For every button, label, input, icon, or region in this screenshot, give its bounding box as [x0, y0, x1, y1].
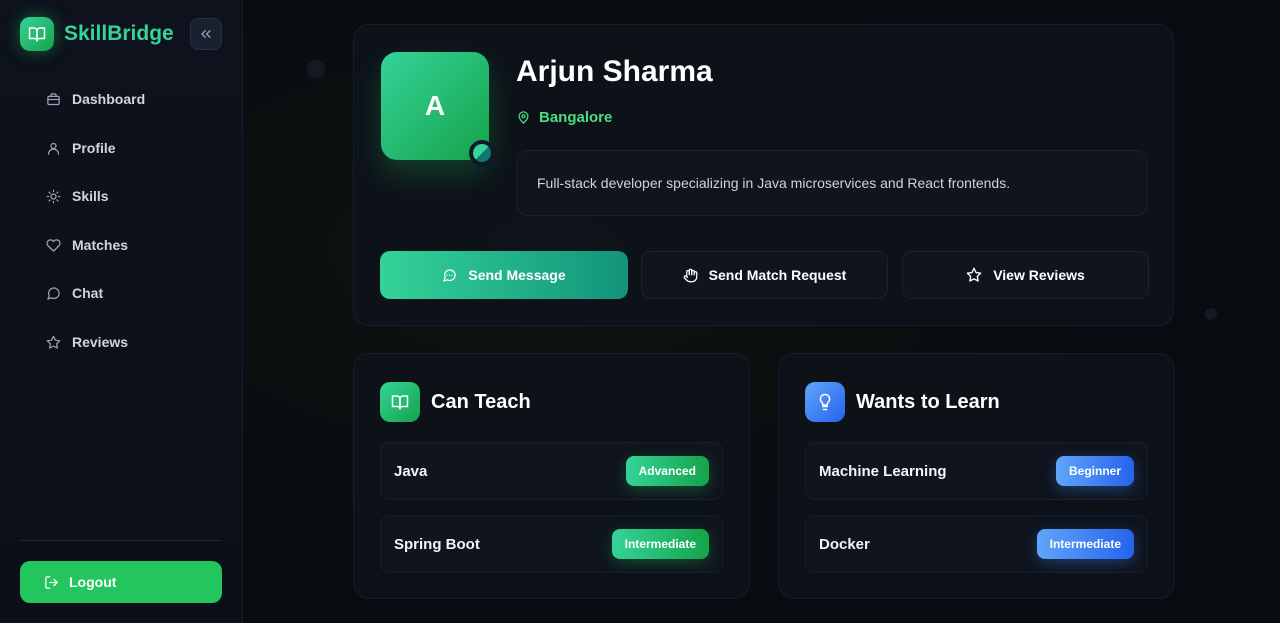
skill-row: Spring Boot Intermediate [380, 515, 723, 573]
skill-level-badge: Intermediate [611, 529, 709, 559]
hand-icon [683, 268, 698, 283]
logout-button[interactable]: Logout [20, 561, 222, 603]
wants-to-learn-card: Wants to Learn Machine Learning Beginner… [778, 353, 1175, 599]
skill-row: Java Advanced [380, 442, 723, 500]
skill-level-badge: Intermediate [1036, 529, 1134, 559]
sidebar-item-chat[interactable]: Chat [44, 281, 103, 305]
decorative-dot [307, 60, 325, 78]
chevrons-left-icon [198, 26, 214, 42]
sidebar-item-matches[interactable]: Matches [44, 233, 128, 257]
sidebar-item-label: Profile [72, 140, 116, 156]
skill-name: Spring Boot [394, 535, 480, 553]
skill-name: Docker [819, 535, 870, 553]
message-circle-icon [442, 268, 457, 283]
sidebar-item-skills[interactable]: Skills [44, 184, 109, 208]
profile-location: Bangalore [516, 109, 612, 126]
lightbulb-icon [44, 187, 62, 205]
can-teach-title: Can Teach [431, 390, 531, 413]
skill-level-badge: Beginner [1055, 456, 1134, 486]
message-circle-icon [44, 284, 62, 302]
book-open-icon [20, 17, 54, 51]
book-open-icon [380, 382, 420, 422]
profile-card: A Arjun Sharma Bangalore Full-stack deve… [353, 24, 1174, 326]
online-status-indicator [469, 140, 495, 166]
sidebar: SkillBridge Dashboard Profile Skills Mat… [0, 0, 243, 623]
send-message-label: Send Message [468, 267, 566, 283]
view-reviews-label: View Reviews [993, 267, 1085, 283]
brand-name: SkillBridge [64, 22, 174, 45]
collapse-sidebar-button[interactable] [190, 18, 222, 50]
wants-to-learn-header: Wants to Learn [805, 382, 1000, 422]
can-teach-card: Can Teach Java Advanced Spring Boot Inte… [353, 353, 750, 599]
brand[interactable]: SkillBridge [20, 17, 174, 51]
sidebar-item-reviews[interactable]: Reviews [44, 330, 128, 354]
sidebar-divider [20, 540, 222, 541]
user-icon [44, 139, 62, 157]
skill-row: Machine Learning Beginner [805, 442, 1148, 500]
send-match-request-label: Send Match Request [708, 267, 847, 283]
sidebar-item-label: Matches [72, 237, 129, 253]
sidebar-item-label: Chat [72, 285, 104, 301]
sidebar-item-label: Skills [72, 188, 109, 204]
sidebar-item-label: Reviews [72, 334, 129, 350]
log-out-icon [44, 575, 59, 590]
app-root: SkillBridge Dashboard Profile Skills Mat… [0, 0, 1280, 623]
location-text: Bangalore [539, 109, 613, 126]
skill-name: Java [394, 462, 428, 480]
can-teach-header: Can Teach [380, 382, 531, 422]
lightbulb-icon [805, 382, 845, 422]
send-message-button[interactable]: Send Message [380, 251, 628, 299]
star-icon [966, 267, 982, 283]
skill-row: Docker Intermediate [805, 515, 1148, 573]
logout-label: Logout [69, 574, 117, 590]
skill-level-badge: Advanced [625, 456, 709, 486]
profile-bio: Full-stack developer specializing in Jav… [516, 150, 1148, 216]
decorative-dot [1205, 308, 1217, 320]
sidebar-item-label: Dashboard [72, 91, 146, 107]
sidebar-item-dashboard[interactable]: Dashboard [44, 87, 145, 111]
profile-name: Arjun Sharma [516, 55, 713, 88]
heart-icon [44, 236, 62, 254]
briefcase-icon [44, 90, 62, 108]
view-reviews-button[interactable]: View Reviews [902, 251, 1149, 299]
wants-to-learn-title: Wants to Learn [856, 390, 1000, 413]
sidebar-item-profile[interactable]: Profile [44, 136, 116, 160]
main-content: A Arjun Sharma Bangalore Full-stack deve… [243, 0, 1280, 623]
star-icon [44, 333, 62, 351]
map-pin-icon [516, 110, 531, 125]
send-match-request-button[interactable]: Send Match Request [641, 251, 888, 299]
bio-text: Full-stack developer specializing in Jav… [537, 175, 1011, 191]
skill-name: Machine Learning [819, 462, 947, 480]
